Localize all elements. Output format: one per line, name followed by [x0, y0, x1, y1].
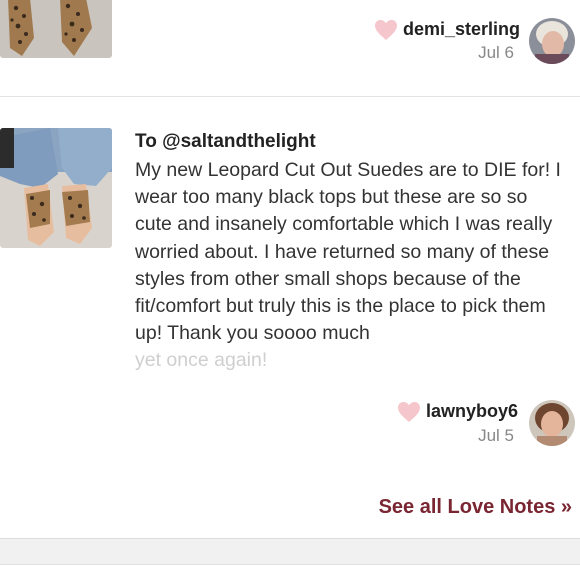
username[interactable]: lawnyboy6 [426, 401, 518, 422]
faded-message-tail: yet once again! [135, 349, 268, 371]
user-avatar-image [529, 400, 575, 446]
recipient-label[interactable]: To @saltandthelight [135, 131, 316, 153]
leopard-shoes-image [0, 0, 112, 58]
love-notes-footer: See all Love Notes » [0, 480, 580, 538]
love-note-card: To @saltandthelight My new Leopard Cut O… [0, 97, 580, 481]
avatar[interactable] [529, 18, 575, 64]
username[interactable]: demi_sterling [403, 19, 520, 40]
note-date: Jul 6 [478, 43, 514, 62]
love-note-card: demi_sterling Jul 6 [0, 0, 580, 97]
product-thumbnail[interactable] [0, 128, 112, 248]
section-divider [0, 538, 580, 565]
see-all-love-notes-link[interactable]: See all Love Notes » [379, 496, 572, 519]
product-thumbnail[interactable] [0, 0, 112, 58]
user-avatar-image [529, 18, 575, 64]
leopard-shoes-image [0, 128, 112, 248]
heart-icon [398, 402, 420, 422]
next-card [0, 564, 580, 581]
avatar[interactable] [529, 400, 575, 446]
love-note-message: My new Leopard Cut Out Suedes are to DIE… [135, 159, 561, 345]
heart-icon [375, 20, 397, 40]
note-date: Jul 5 [478, 426, 514, 445]
